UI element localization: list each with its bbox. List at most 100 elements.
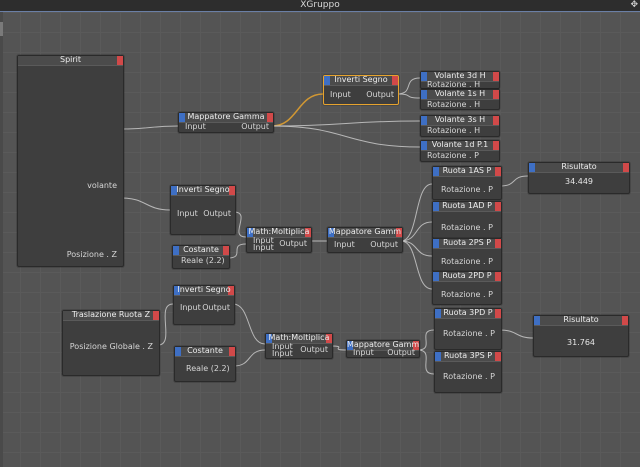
node-header[interactable]: Inverti Segno bbox=[174, 285, 234, 296]
node-title: Ruota 1AS P bbox=[442, 166, 492, 175]
node-header[interactable]: Volante 3s H bbox=[421, 115, 499, 126]
port-output[interactable]: Output bbox=[370, 240, 398, 249]
port-rotazione-p[interactable]: Rotazione . P bbox=[441, 185, 493, 194]
port-reale[interactable]: Reale (2.2) bbox=[181, 256, 225, 265]
node-title: Risultato bbox=[561, 162, 597, 171]
scroll-nub[interactable] bbox=[0, 22, 3, 36]
node-title: Ruota 3PD P bbox=[443, 308, 493, 317]
left-scroll-handle[interactable] bbox=[0, 12, 3, 467]
port-input[interactable]: Input bbox=[177, 209, 198, 218]
node-title: Risultato bbox=[563, 315, 599, 324]
node-ruota-3pd-p[interactable]: Ruota 3PD P Rotazione . P bbox=[434, 308, 502, 350]
node-header[interactable]: Inverti Segno bbox=[171, 185, 235, 196]
node-volante-1d-p1[interactable]: Volante 1d P.1 Rotazione . P bbox=[420, 140, 500, 162]
port-output[interactable]: Output bbox=[202, 303, 230, 312]
port-rotazione-p[interactable]: Rotazione . P bbox=[443, 329, 495, 338]
node-risultato-2[interactable]: Risultato 31.764 bbox=[533, 315, 629, 357]
move-arrows-icon[interactable]: ✥ bbox=[630, 0, 638, 11]
port-posizione-z[interactable]: Posizione . Z bbox=[67, 250, 117, 259]
node-volante-3d-h[interactable]: Volante 3d H Rotazione . H bbox=[420, 71, 500, 89]
node-title: Mappatore Gamm bbox=[328, 227, 402, 236]
node-title: Inverti Segno bbox=[334, 75, 388, 84]
port-output[interactable]: Output bbox=[241, 122, 269, 131]
port-output[interactable]: Output bbox=[203, 209, 231, 218]
node-title: Volante 1s H bbox=[434, 89, 486, 98]
port-input[interactable]: Input bbox=[353, 348, 374, 357]
node-ruota-3ps-p[interactable]: Ruota 3PS P Rotazione . P bbox=[434, 351, 502, 393]
node-volante-1s-h[interactable]: Volante 1s H Rotazione . H bbox=[420, 89, 500, 110]
node-header[interactable]: Volante 1d P.1 bbox=[421, 140, 499, 151]
node-traslazione-ruota-z[interactable]: Traslazione Ruota Z Posizione Globale . … bbox=[62, 310, 160, 376]
node-math-moltiplica-2[interactable]: Math:Moltiplica Input Input Output bbox=[265, 333, 333, 359]
port-rotazione-p[interactable]: Rotazione . P bbox=[443, 372, 495, 381]
node-header[interactable]: Ruota 2PS P bbox=[433, 238, 501, 249]
node-title: Volante 1d P.1 bbox=[431, 140, 489, 149]
editor-title-bar: XGruppo ✥ bbox=[0, 0, 640, 12]
node-ruota-2pd-p[interactable]: Ruota 2PD P Rotazione . P bbox=[432, 271, 502, 305]
node-header[interactable]: Risultato bbox=[534, 315, 628, 326]
port-volante[interactable]: volante bbox=[87, 181, 117, 190]
node-title: Ruota 2PD P bbox=[442, 271, 492, 280]
node-header[interactable]: Inverti Segno bbox=[324, 75, 398, 86]
node-title: Inverti Segno bbox=[176, 185, 230, 194]
port-input[interactable]: Input bbox=[334, 240, 355, 249]
node-costante[interactable]: Costante Reale (2.2) bbox=[172, 245, 230, 269]
port-rotazione-h[interactable]: Rotazione . H bbox=[427, 126, 480, 135]
port-rotazione-p[interactable]: Rotazione . P bbox=[441, 290, 493, 299]
node-spirit[interactable]: Spirit volante Posizione . Z bbox=[17, 55, 124, 267]
port-rotazione-h[interactable]: Rotazione . H bbox=[427, 80, 480, 89]
port-rotazione-p[interactable]: Rotazione . P bbox=[427, 151, 479, 160]
node-header[interactable]: Costante bbox=[175, 346, 235, 357]
port-rotazione-p[interactable]: Rotazione . P bbox=[441, 257, 493, 266]
port-input-2[interactable]: Input bbox=[272, 349, 293, 358]
node-inverti-segno-2[interactable]: Inverti Segno Input Output bbox=[170, 185, 236, 235]
node-header[interactable]: Mappatore Gamm bbox=[328, 227, 402, 238]
node-header[interactable]: Ruota 3PD P bbox=[435, 308, 501, 319]
node-title: Spirit bbox=[59, 55, 82, 64]
node-costante-2[interactable]: Costante Reale (2.2) bbox=[174, 346, 236, 382]
port-output[interactable]: Output bbox=[387, 348, 415, 357]
node-title: Traslazione Ruota Z bbox=[71, 310, 151, 319]
node-header[interactable]: Costante bbox=[173, 245, 229, 256]
node-header[interactable]: Traslazione Ruota Z bbox=[63, 310, 159, 321]
node-title: Ruota 3PS P bbox=[443, 351, 493, 360]
window-title: XGruppo bbox=[300, 0, 340, 10]
port-output[interactable]: Output bbox=[279, 239, 307, 248]
node-header[interactable]: Risultato bbox=[529, 162, 629, 173]
port-input-2[interactable]: Input bbox=[253, 243, 274, 252]
node-header[interactable]: Volante 1s H bbox=[421, 89, 499, 100]
node-title: Ruota 1AD P bbox=[442, 201, 492, 210]
port-posizione-globale-z[interactable]: Posizione Globale . Z bbox=[70, 342, 153, 351]
node-inverti-segno[interactable]: Inverti Segno Input Output bbox=[323, 75, 399, 105]
node-header[interactable]: Ruota 3PS P bbox=[435, 351, 501, 362]
node-risultato[interactable]: Risultato 34.449 bbox=[528, 162, 630, 194]
node-ruota-1as-p[interactable]: Ruota 1AS P Rotazione . P bbox=[432, 166, 502, 200]
node-header[interactable]: Ruota 2PD P bbox=[433, 271, 501, 282]
port-input[interactable]: Input bbox=[180, 303, 201, 312]
node-math-moltiplica[interactable]: Math:Moltiplica Input Input Output bbox=[246, 227, 312, 253]
node-ruota-1ad-p[interactable]: Ruota 1AD P Rotazione . P bbox=[432, 201, 502, 239]
port-rotazione-h[interactable]: Rotazione . H bbox=[427, 100, 480, 109]
node-header[interactable]: Ruota 1AS P bbox=[433, 166, 501, 177]
node-title: Inverti Segno bbox=[177, 285, 231, 294]
node-title: Costante bbox=[187, 346, 223, 355]
node-title: Mappatore Gamma bbox=[187, 112, 265, 121]
node-title: Volante 3s H bbox=[434, 115, 486, 124]
node-inverti-segno-3[interactable]: Inverti Segno Input Output bbox=[173, 285, 235, 325]
result-value: 34.449 bbox=[565, 177, 593, 186]
node-ruota-2ps-p[interactable]: Ruota 2PS P Rotazione . P bbox=[432, 238, 502, 272]
node-mappatore-gamma[interactable]: Mappatore Gamma Input Output bbox=[178, 112, 274, 133]
node-mappatore-gamma-2[interactable]: Mappatore Gamm Input Output bbox=[327, 227, 403, 253]
node-header[interactable]: Ruota 1AD P bbox=[433, 201, 501, 212]
node-title: Ruota 2PS P bbox=[442, 238, 492, 247]
port-rotazione-p[interactable]: Rotazione . P bbox=[441, 223, 493, 232]
port-input[interactable]: Input bbox=[185, 122, 206, 131]
port-output[interactable]: Output bbox=[366, 90, 394, 99]
port-output[interactable]: Output bbox=[300, 345, 328, 354]
node-mappatore-gamma-3[interactable]: Mappatore Gamm Input Output bbox=[346, 340, 420, 358]
node-header[interactable]: Spirit bbox=[18, 55, 123, 66]
port-input[interactable]: Input bbox=[330, 90, 351, 99]
node-title: Costante bbox=[183, 245, 219, 254]
port-reale[interactable]: Reale (2.2) bbox=[186, 364, 230, 373]
node-volante-3s-h[interactable]: Volante 3s H Rotazione . H bbox=[420, 115, 500, 137]
